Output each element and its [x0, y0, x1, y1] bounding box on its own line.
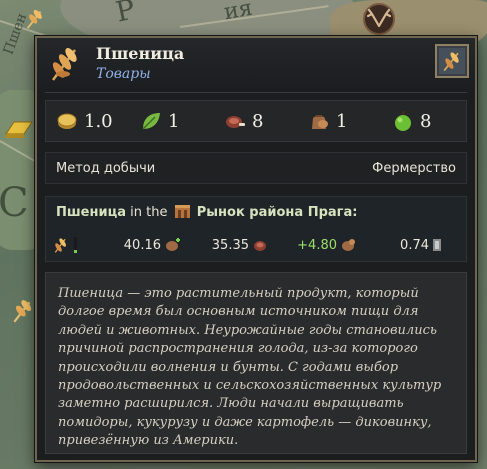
leaf-icon: [142, 113, 160, 130]
market-values-row: 40.16 35.35 +4.80 0.74: [52, 233, 462, 257]
divider: [45, 92, 467, 93]
apple-icon: [395, 110, 411, 131]
stat-leaf: 1: [130, 110, 214, 132]
balance-icon: [342, 239, 355, 251]
wheat-icon: [51, 48, 77, 81]
stat-meat: 8: [214, 110, 298, 132]
production-value: 40.16: [123, 237, 161, 253]
consumption-value: 35.35: [211, 237, 249, 253]
market-good-name: Пшеница: [56, 205, 127, 220]
goods-description: Пшеница — это растительный продукт, кото…: [45, 272, 467, 454]
goods-encyclopedia-button[interactable]: [435, 44, 469, 78]
meat-icon: [226, 116, 245, 128]
market-info: Пшеница in the Рынок района Прага: 40.16…: [45, 196, 467, 262]
map-label: С: [0, 180, 29, 226]
price-value: 0.74: [400, 237, 429, 253]
wheat-icon[interactable]: [10, 298, 36, 324]
market-good-cell: [52, 236, 112, 254]
market-production-cell: 40.16: [112, 236, 202, 254]
wheat-icon: [439, 48, 465, 74]
stat-base-price: 1.0: [46, 110, 130, 132]
market-name-link[interactable]: Рынок района Прага:: [197, 205, 358, 220]
stat-value: 1: [168, 110, 180, 132]
gold-bar-icon[interactable]: [4, 116, 34, 140]
goods-stats-bar: 1.0 1 8 1 8: [45, 100, 467, 142]
price-icon: [433, 239, 441, 251]
antlers-icon[interactable]: [362, 2, 396, 36]
consumption-icon: [254, 241, 266, 251]
wheat-icon[interactable]: [24, 8, 46, 30]
market-consumption-cell: 35.35: [202, 236, 286, 254]
stat-value: 8: [252, 110, 264, 132]
production-icon: [166, 238, 180, 251]
tooltip-title: Пшеница: [96, 44, 185, 63]
stat-value: 1: [336, 110, 348, 132]
market-balance-cell: +4.80: [286, 236, 376, 254]
production-method-value: Фермерство: [372, 160, 456, 176]
goods-tooltip: Пшеница Товары 1.0 1 8 1 8 Метод добычи …: [35, 36, 477, 462]
stat-value: 1.0: [84, 110, 113, 132]
market-connector: in the: [130, 205, 168, 220]
grain-sack-icon: [312, 115, 328, 129]
stat-grain: 1: [298, 110, 382, 132]
market-heading: Пшеница in the Рынок района Прага:: [56, 205, 357, 220]
balance-value: +4.80: [297, 237, 337, 253]
market-building-icon: [174, 205, 190, 218]
gold-coin-icon: [57, 113, 77, 129]
production-method-row: Метод добычи Фермерство: [45, 152, 467, 184]
trend-bar-icon: [74, 237, 77, 253]
market-price-cell: 0.74: [376, 238, 456, 253]
tooltip-header: Пшеница Товары: [37, 38, 475, 92]
stat-value: 8: [420, 110, 432, 132]
stat-fruit: 8: [382, 110, 466, 132]
wheat-icon: [54, 238, 66, 253]
production-method-label: Метод добычи: [56, 160, 156, 176]
tooltip-subtitle-link[interactable]: Товары: [96, 66, 151, 82]
